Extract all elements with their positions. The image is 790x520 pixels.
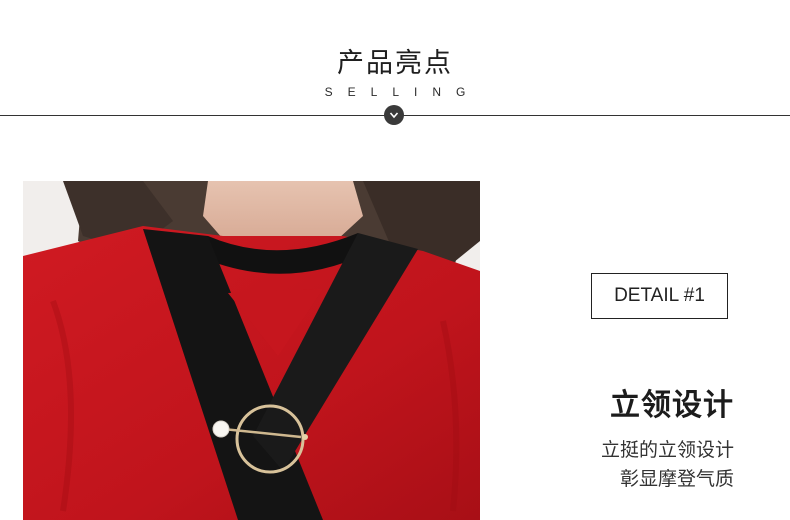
- section-header: 产品亮点 SELLING: [0, 0, 790, 130]
- feature-description-line-1: 立挺的立领设计: [600, 439, 734, 461]
- product-photo: [23, 181, 480, 520]
- detail-badge: DETAIL #1: [591, 273, 728, 319]
- section-subtitle: SELLING: [324, 85, 481, 99]
- chevron-down-icon: [384, 105, 404, 125]
- feature-description-line-2: 彰显摩登气质: [619, 468, 734, 490]
- section-title: 产品亮点: [337, 48, 453, 79]
- feature-title: 立领设计: [610, 388, 734, 423]
